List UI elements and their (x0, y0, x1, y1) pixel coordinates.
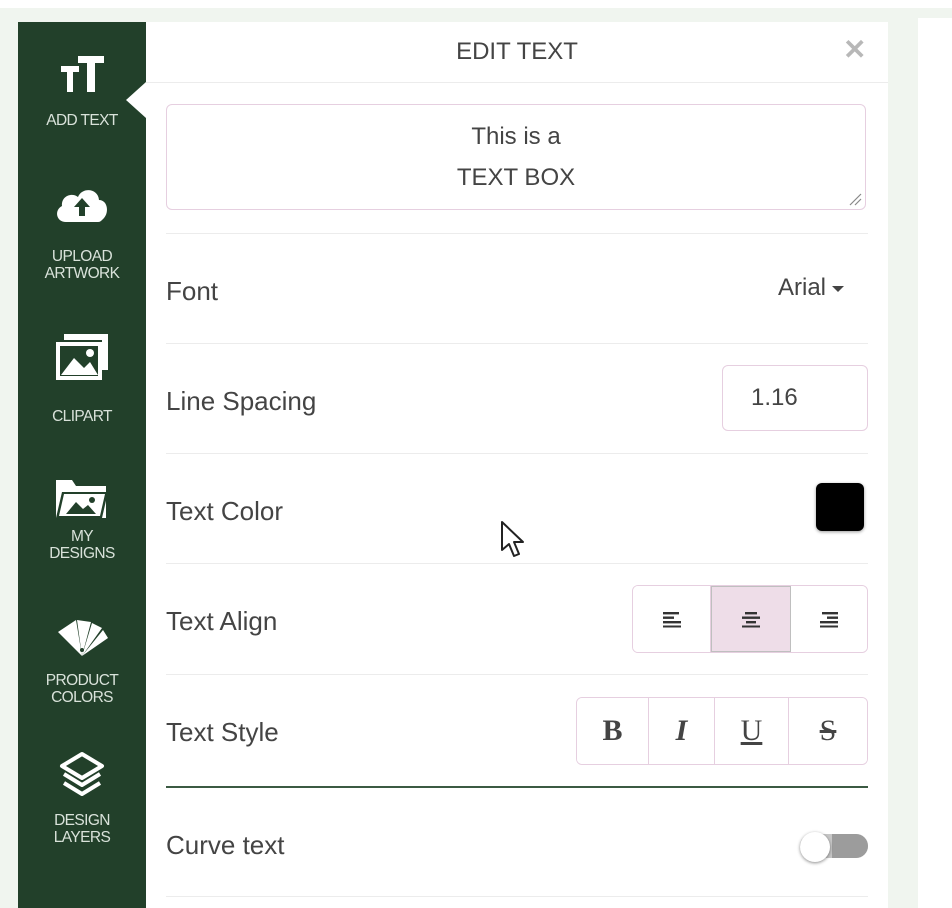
sidebar-item-label: DESIGN LAYERS (53, 812, 111, 846)
align-right-icon (820, 612, 838, 628)
sidebar-item-label: PRODUCT COLORS (45, 672, 119, 706)
chevron-down-icon (832, 285, 844, 292)
align-left-button[interactable] (633, 586, 711, 652)
folder-image-icon (56, 480, 108, 518)
panel-header: EDIT TEXT ✕ (146, 22, 888, 83)
text-style-group: B I U S (576, 697, 868, 765)
toggle-knob (800, 832, 830, 862)
curve-text-row: Curve text (166, 788, 868, 897)
text-align-row: Text Align (166, 563, 868, 674)
resize-handle-icon[interactable] (848, 192, 862, 206)
cloud-upload-icon (57, 190, 108, 222)
line-spacing-row: Line Spacing 1.16 (166, 343, 868, 454)
font-row: Font Arial (166, 233, 868, 344)
sidebar-item-product-colors[interactable]: PRODUCT COLORS (18, 616, 146, 706)
text-color-label: Text Color (166, 496, 284, 526)
sidebar: ADD TEXT UPLOAD ARTWORK CLIPART MY DESIG… (18, 22, 146, 908)
mouse-cursor-icon (501, 521, 524, 557)
curve-text-toggle[interactable] (800, 832, 868, 862)
align-right-button[interactable] (791, 586, 867, 652)
toggle-track-fill (832, 834, 868, 858)
canvas-edge (918, 18, 952, 908)
sidebar-item-my-designs[interactable]: MY DESIGNS (18, 474, 146, 562)
line-spacing-input[interactable]: 1.16 (722, 365, 868, 431)
sidebar-item-label: UPLOAD ARTWORK (44, 248, 120, 282)
font-value: Arial (777, 274, 826, 301)
align-center-icon (742, 612, 760, 628)
top-background (0, 0, 952, 8)
panel-title: EDIT TEXT (456, 38, 578, 65)
sidebar-item-design-layers[interactable]: DESIGN LAYERS (18, 750, 146, 846)
italic-button[interactable]: I (649, 698, 715, 764)
align-left-icon (662, 612, 681, 628)
text-color-swatch[interactable] (816, 483, 864, 531)
text-align-label: Text Align (166, 606, 278, 636)
sidebar-item-upload-artwork[interactable]: UPLOAD ARTWORK (18, 182, 146, 282)
underline-button[interactable]: U (715, 698, 789, 764)
curve-text-label: Curve text (166, 830, 285, 860)
text-align-group (632, 585, 868, 653)
align-center-button[interactable] (711, 586, 791, 652)
text-input-area[interactable]: This is a TEXT BOX (166, 104, 866, 210)
font-dropdown[interactable]: Arial (778, 274, 844, 302)
sidebar-item-label: CLIPART (52, 408, 112, 425)
edit-text-panel: EDIT TEXT ✕ This is a TEXT BOX Font Aria… (146, 22, 888, 908)
text-style-label: Text Style (166, 717, 279, 747)
sidebar-item-clipart[interactable]: CLIPART (18, 332, 146, 425)
strikethrough-button[interactable]: S (789, 698, 867, 764)
color-swatch-fan-icon (58, 620, 108, 656)
sidebar-item-label: MY DESIGNS (49, 528, 115, 562)
active-pointer (126, 82, 146, 118)
image-stack-icon (56, 334, 108, 380)
text-style-row: Text Style B I U S (166, 674, 868, 785)
text-size-icon (61, 56, 104, 92)
font-label: Font (166, 276, 219, 306)
bold-button[interactable]: B (577, 698, 649, 764)
layers-icon (60, 752, 104, 796)
line-spacing-label: Line Spacing (166, 386, 317, 416)
close-icon[interactable]: ✕ (843, 36, 866, 64)
